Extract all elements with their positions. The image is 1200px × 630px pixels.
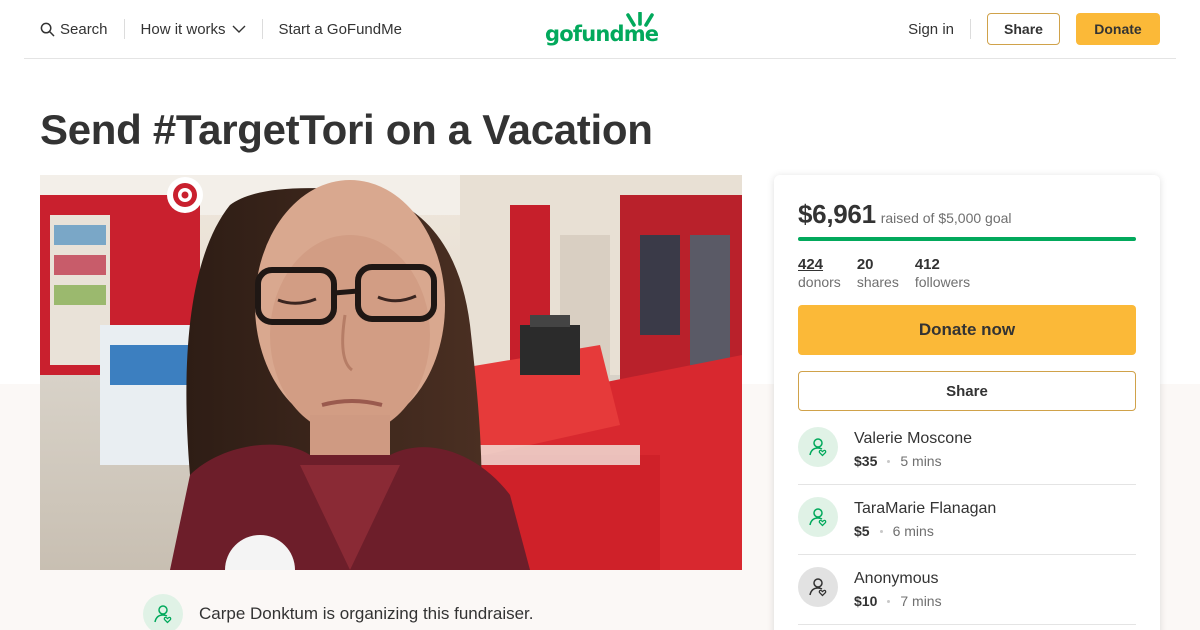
nav-right: Sign in Share Donate [908,13,1160,45]
donor-heart-icon [809,438,827,457]
logo-rays-icon [626,12,654,27]
donor-meta: $35 5 mins [854,453,942,469]
donation-item: TaraMarie Flanagan $5 6 mins [798,485,1136,555]
how-it-works-label: How it works [140,20,226,38]
donor-avatar [798,567,838,607]
nav-left: Search How it works Start a GoFundMe [40,0,402,58]
donation-item: Valerie Moscone $35 5 mins [798,415,1136,485]
donation-time: 7 mins [900,593,942,609]
stat-number[interactable]: 424 [798,256,841,273]
donation-amount: $5 [854,523,870,539]
donation-amount: $10 [854,593,878,609]
start-label: Start a GoFundMe [278,20,402,38]
separator-dot [887,599,891,603]
donor-avatar [798,427,838,467]
share-button[interactable]: Share [798,371,1136,411]
nav-how-it-works[interactable]: How it works [125,19,262,39]
donor-meta: $5 6 mins [854,523,934,539]
organizer-avatar [143,594,183,630]
donate-now-button[interactable]: Donate now [798,305,1136,355]
stat-number: 412 [914,256,940,273]
sign-in-link[interactable]: Sign in [908,21,970,38]
gofundme-logo[interactable]: gofundme [545,12,659,48]
recent-donations-list: Valerie Moscone $35 5 mins TaraMarie Fla… [798,415,1136,625]
donation-time: 5 mins [900,453,942,469]
organizer-row: Carpe Donktum is organizing this fundrai… [143,594,534,630]
stat-label: shares [856,274,899,290]
stat-label: followers [914,274,971,290]
donation-item: Anonymous $10 7 mins [798,555,1136,625]
separator-dot [887,459,891,463]
donor-heart-icon [809,578,827,597]
campaign-title: Send #TargetTori on a Vacation [40,106,653,153]
donation-sidebar: $6,961 raised of $5,000 goal 424 donors … [774,175,1160,630]
donor-name: Valerie Moscone [854,430,972,447]
header-share-button[interactable]: Share [987,13,1060,45]
donor-avatar [798,497,838,537]
campaign-photo[interactable] [40,175,742,570]
stat-number: 20 [856,256,874,273]
site-header: Search How it works Start a GoFundMe gof… [24,0,1176,59]
separator-dot [879,529,883,533]
chevron-down-icon [232,25,246,33]
donor-meta: $10 7 mins [854,593,942,609]
donor-name: TaraMarie Flanagan [854,500,997,517]
stat-label: donors [798,274,841,290]
organizer-text: Carpe Donktum is organizing this fundrai… [199,604,534,623]
raised-summary: $6,961 raised of $5,000 goal [798,199,1012,230]
progress-bar [798,237,1136,241]
goal-text: raised of $5,000 goal [880,210,1012,226]
campaign-photo-illustration [40,175,742,570]
progress-bar-fill [798,237,1136,241]
donation-time: 6 mins [892,523,934,539]
stats-row: 424 donors 20 shares 412 followers [798,256,986,291]
donor-heart-icon [154,605,172,624]
nav-search[interactable]: Search [40,19,124,39]
stat-shares: 20 shares [857,256,899,291]
donor-name: Anonymous [854,570,939,587]
stat-followers: 412 followers [915,256,970,291]
search-label: Search [60,20,108,38]
nav-divider [970,19,971,39]
header-donate-button[interactable]: Donate [1076,13,1160,45]
search-icon [40,22,55,36]
stat-donors[interactable]: 424 donors [798,256,841,291]
donation-amount: $35 [854,453,878,469]
raised-amount: $6,961 [798,199,876,229]
nav-start-gofundme[interactable]: Start a GoFundMe [263,19,402,39]
donor-heart-icon [809,508,827,527]
